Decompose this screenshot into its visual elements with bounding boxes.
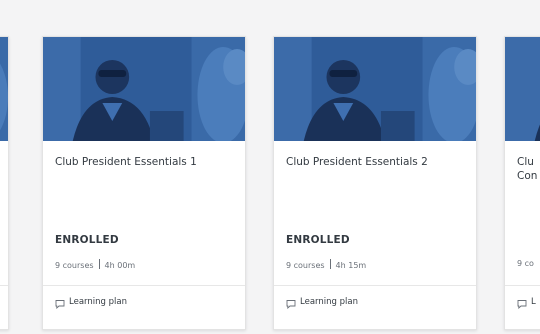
course-title: Clu Con	[517, 156, 537, 182]
card-footer	[0, 285, 8, 322]
course-title: Club President Essentials 1	[55, 156, 197, 168]
course-card-carousel: Club President Essentials 1 ENROLLED 9 c…	[0, 0, 540, 334]
learning-plan-icon	[55, 299, 65, 309]
course-meta: 9 co	[517, 259, 534, 268]
meta-divider	[329, 259, 331, 269]
course-title: Club President Essentials 2	[286, 156, 428, 168]
course-meta: 9 courses 4h 15m	[286, 259, 366, 270]
learning-plan-icon	[517, 299, 527, 309]
card-footer: L	[505, 285, 540, 322]
course-count: 9 co	[517, 259, 534, 268]
course-thumbnail	[0, 37, 8, 141]
card-footer: Learning plan	[43, 285, 245, 322]
course-card[interactable]: Clu Con 9 co L	[504, 36, 540, 330]
card-footer: Learning plan	[274, 285, 476, 322]
course-card[interactable]	[0, 36, 9, 330]
content-type-label: Learning plan	[300, 297, 358, 307]
content-type-label: L	[531, 297, 536, 307]
course-thumbnail	[43, 37, 245, 141]
enrollment-status: ENROLLED	[55, 234, 119, 246]
course-card[interactable]: Club President Essentials 2 ENROLLED 9 c…	[273, 36, 477, 330]
course-thumbnail	[274, 37, 476, 141]
course-thumbnail	[505, 37, 540, 141]
learning-plan-icon	[286, 299, 296, 309]
content-type-label: Learning plan	[69, 297, 127, 307]
course-duration: 4h 00m	[104, 261, 136, 270]
enrollment-status: ENROLLED	[286, 234, 350, 246]
course-count: 9 courses	[55, 261, 94, 270]
course-meta: 9 courses 4h 00m	[55, 259, 135, 270]
meta-divider	[98, 259, 100, 269]
course-count: 9 courses	[286, 261, 325, 270]
course-card[interactable]: Club President Essentials 1 ENROLLED 9 c…	[42, 36, 246, 330]
course-duration: 4h 15m	[335, 261, 367, 270]
